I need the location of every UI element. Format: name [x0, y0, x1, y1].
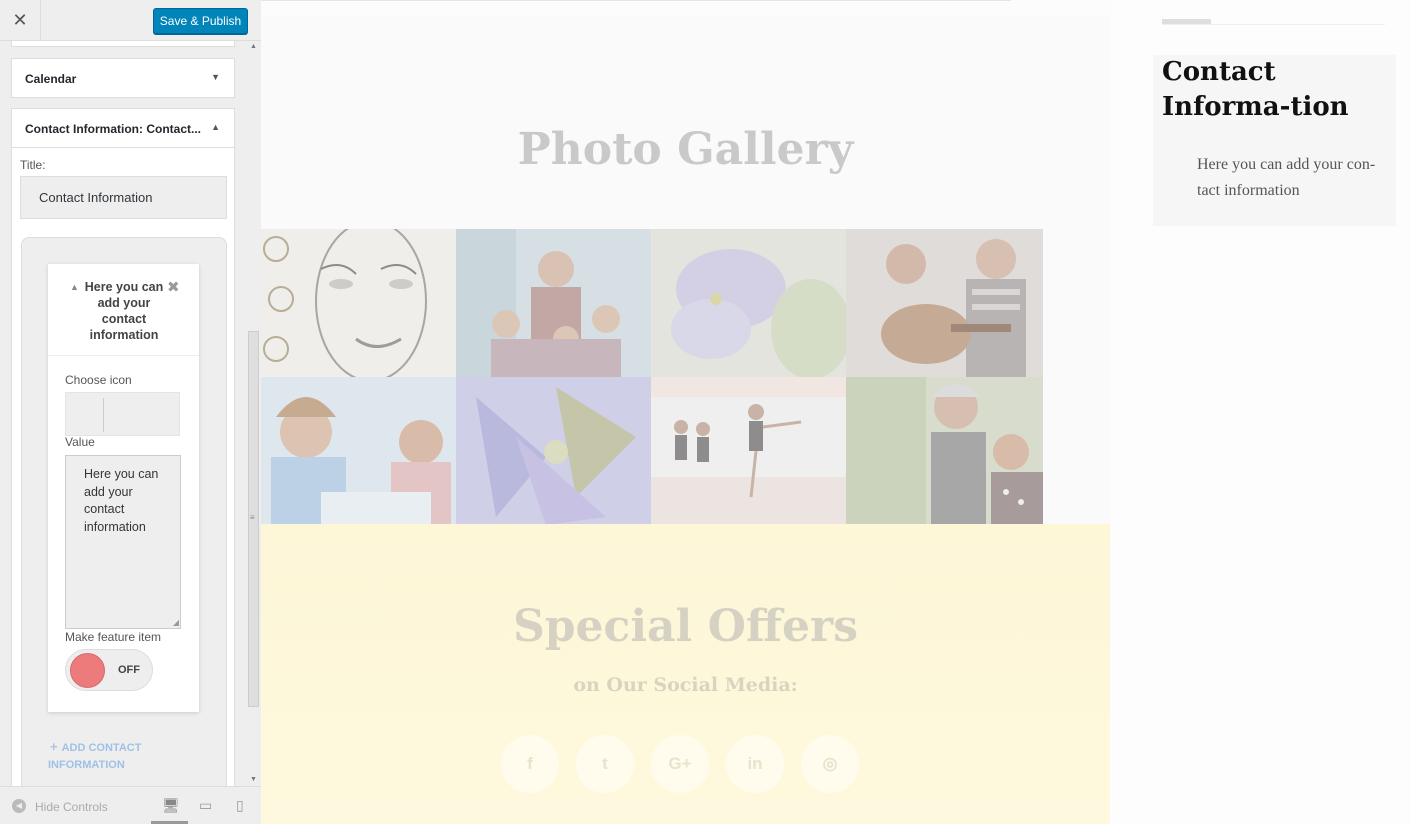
add-contact-information-button[interactable]: + ADD CONTACT INFORMATION [48, 738, 178, 774]
photo-gallery-grid [261, 229, 1043, 525]
contact-information-widget: Contact Informa-tion Here you can add yo… [1153, 55, 1396, 226]
sidebar-scrollbar[interactable]: ▲ ≡ ▼ [247, 41, 261, 786]
google-plus-icon[interactable]: G+ [651, 735, 709, 793]
hide-controls-button[interactable]: Hide Controls [35, 800, 108, 814]
gallery-photo-ballet[interactable] [651, 377, 846, 525]
value-textarea[interactable]: Here you can add your contact informatio… [65, 455, 181, 629]
section-contact-information[interactable]: Contact Information: Contact... ▲ [11, 108, 235, 148]
contact-widget-title: Contact Informa-tion [1162, 57, 1349, 122]
customizer-panel: Calendar ▼ Contact Information: Contact.… [0, 41, 247, 786]
section-calendar[interactable]: Calendar ▼ [11, 58, 235, 98]
photo-gallery-title: Photo Gallery [517, 124, 854, 175]
sidebar-divider [1162, 24, 1385, 25]
save-publish-button[interactable]: Save & Publish [153, 8, 248, 34]
preview-sidebar: Contact Informa-tion Here you can add yo… [1110, 0, 1411, 824]
value-label: Value [65, 435, 95, 449]
gallery-photo-sketch[interactable] [261, 229, 456, 377]
add-contact-label: ADD CONTACT INFORMATION [48, 742, 142, 771]
scroll-down-icon[interactable]: ▼ [250, 776, 257, 783]
value-text: Here you can add your contact informatio… [84, 467, 159, 534]
instagram-icon[interactable]: ◎ [801, 735, 859, 793]
scroll-grip-icon: ≡ [250, 513, 255, 522]
icon-picker[interactable] [65, 392, 180, 436]
customizer-header: ✕ Save & Publish [0, 0, 261, 41]
special-offers-title: Special Offers [513, 601, 858, 652]
feature-item-label: Make feature item [65, 630, 162, 644]
section-contact-title: Contact Information: Contact... [25, 122, 201, 136]
gallery-photo-costume[interactable] [456, 377, 651, 525]
close-icon: ✕ [12, 10, 28, 30]
caret-down-icon: ▼ [211, 72, 220, 82]
special-offers-subtitle: on Our Social Media: [573, 674, 798, 696]
customizer-sidebar: ✕ Save & Publish Calendar ▼ Contact Info… [0, 0, 261, 824]
previous-section-stub [11, 41, 235, 47]
collapse-triangle-icon[interactable]: ▲ [70, 282, 79, 292]
icon-picker-divider [103, 398, 104, 432]
contact-widget-text: Here you can add your con-tact informati… [1197, 156, 1376, 199]
mobile-preview-icon[interactable]: ▯ [236, 797, 244, 814]
scroll-up-icon[interactable]: ▲ [250, 43, 257, 50]
choose-icon-label: Choose icon [65, 373, 132, 387]
gallery-photo-guitar[interactable] [846, 229, 1043, 377]
toggle-state-label: OFF [118, 664, 140, 676]
facebook-icon[interactable]: f [501, 735, 559, 793]
special-offers-section: Special Offers on Our Social Media: f t … [261, 524, 1110, 824]
contact-items-repeater: ▲ Here you can add your contact informat… [21, 237, 227, 786]
linkedin-icon[interactable]: in [726, 735, 784, 793]
contact-item-card: ▲ Here you can add your contact informat… [48, 264, 199, 712]
gallery-photo-family[interactable] [456, 229, 651, 377]
close-button[interactable]: ✕ [0, 0, 41, 41]
widget-form: Title: Contact Information ▲ Here you ca… [11, 148, 235, 786]
caret-up-icon: ▲ [211, 122, 220, 132]
gallery-photo-drawing-girl[interactable] [261, 377, 456, 525]
resize-handle-icon[interactable]: ◢ [173, 619, 179, 627]
title-input[interactable]: Contact Information [20, 176, 227, 219]
customizer-footer: ◀ Hide Controls 🖥 ▭ ▯ [0, 786, 261, 824]
contact-item-heading: Here you can add your contact informatio… [84, 280, 164, 342]
desktop-preview-icon[interactable]: 🖥 [162, 797, 180, 814]
site-preview: Photo Gallery Special Offers on Our Soci… [261, 0, 1411, 824]
tablet-preview-icon[interactable]: ▭ [199, 797, 212, 814]
remove-item-icon[interactable]: ✖ [167, 278, 180, 296]
toggle-knob [70, 653, 105, 688]
contact-item-header[interactable]: ▲ Here you can add your contact informat… [48, 264, 199, 356]
scroll-thumb[interactable]: ≡ [248, 331, 259, 707]
gallery-photo-flower[interactable] [651, 229, 846, 377]
gallery-photo-kids-dance[interactable] [846, 377, 1043, 525]
twitter-icon[interactable]: t [576, 735, 634, 793]
collapse-sidebar-icon[interactable]: ◀ [12, 799, 26, 813]
plus-icon: + [50, 739, 58, 754]
section-calendar-title: Calendar [25, 72, 77, 86]
preview-top-border [261, 0, 1011, 1]
feature-item-toggle[interactable]: OFF [65, 649, 153, 691]
title-label: Title: [20, 158, 46, 172]
